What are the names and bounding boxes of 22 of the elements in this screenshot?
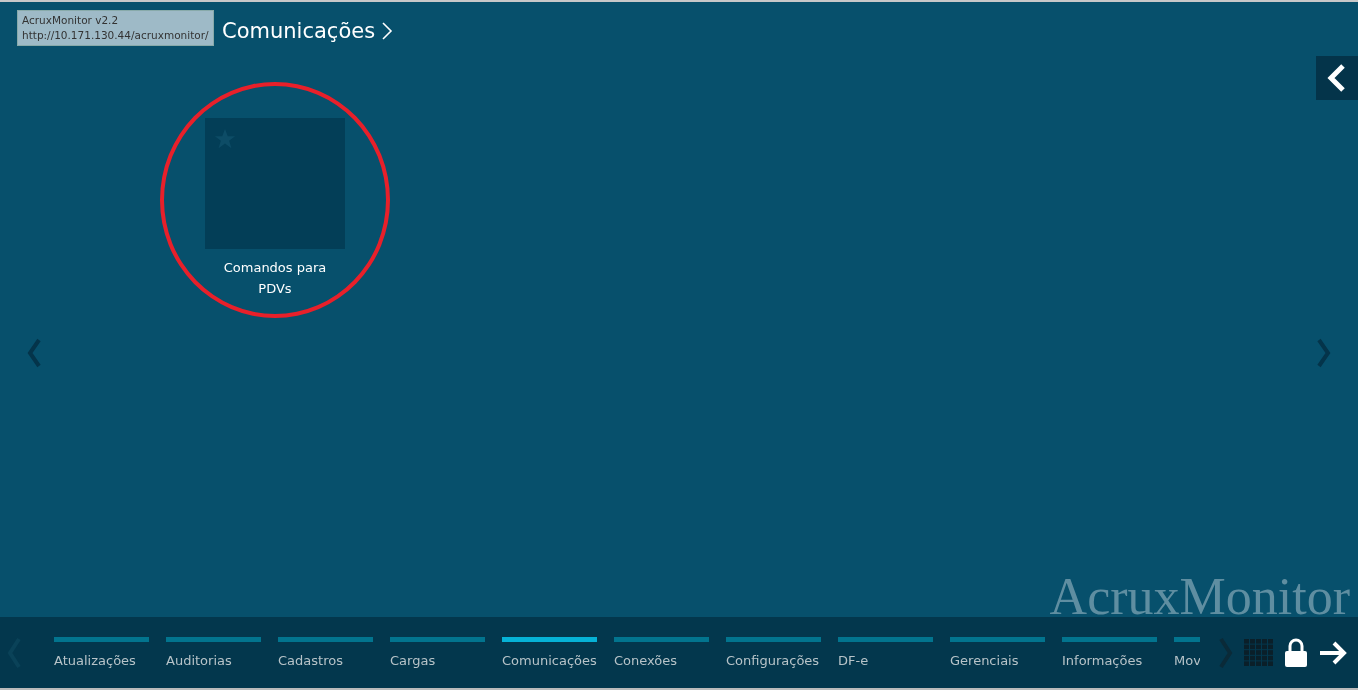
- nav-tab[interactable]: Cadastros: [278, 637, 373, 669]
- nav-tab[interactable]: Atualizações: [54, 637, 149, 669]
- page-title: Comunicações: [222, 19, 376, 43]
- nav-tab[interactable]: Conexões: [614, 637, 709, 669]
- tooltip: AcruxMonitor v2.2 http://10.171.130.44/acruxmonitor/: [17, 10, 214, 46]
- next-page-icon[interactable]: [1316, 338, 1332, 368]
- nav-tab[interactable]: Mov: [1174, 637, 1200, 669]
- tile-label: Comandos para PDVs: [222, 259, 328, 298]
- collapse-button[interactable]: [1316, 56, 1358, 100]
- nav-tab[interactable]: Gerenciais: [950, 637, 1045, 669]
- nav-tab[interactable]: Informações: [1062, 637, 1157, 669]
- chevron-right-icon: [381, 21, 394, 41]
- logout-arrow-icon[interactable]: [1318, 640, 1348, 665]
- lock-icon[interactable]: [1284, 637, 1308, 668]
- nav-tab[interactable]: Configurações: [726, 637, 821, 669]
- nav-tab[interactable]: Cargas: [390, 637, 485, 669]
- nav-tab[interactable]: Auditorias: [166, 637, 261, 669]
- nav-tab[interactable]: Comunicações: [502, 637, 597, 669]
- brand-logo: AcruxMonitor: [1049, 571, 1350, 623]
- previous-page-icon[interactable]: [26, 338, 42, 368]
- nav-tab[interactable]: DF-e: [838, 637, 933, 669]
- grid-icon[interactable]: [1244, 638, 1274, 667]
